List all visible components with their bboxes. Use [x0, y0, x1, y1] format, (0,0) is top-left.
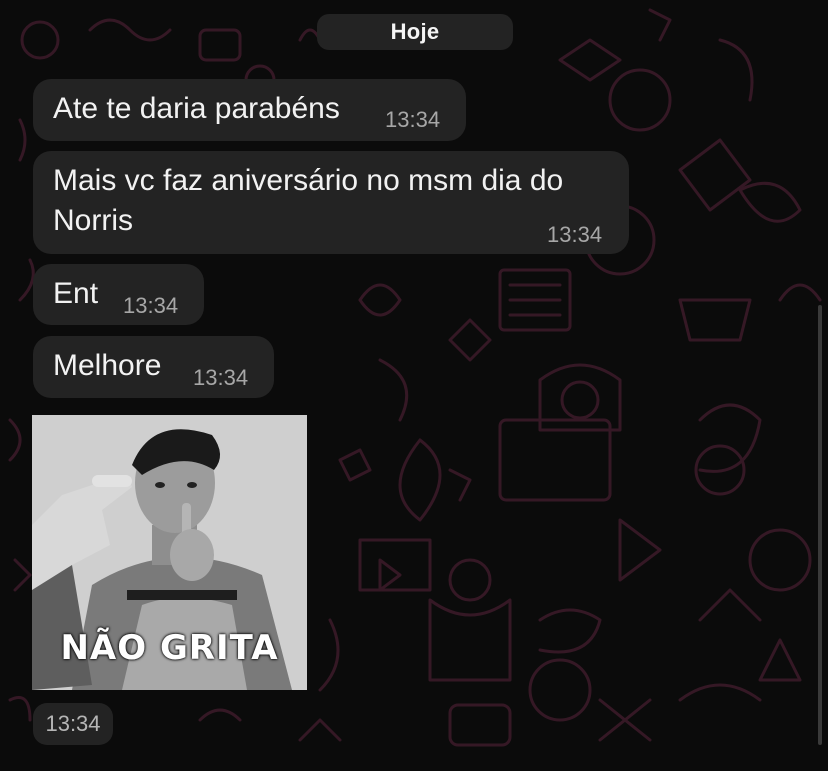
message-time: 13:34	[123, 293, 179, 318]
message-text: Ate te daria parabéns	[53, 92, 340, 125]
message-bubble[interactable]: Mais vc faz aniversário no msm dia do No…	[33, 151, 629, 254]
message-bubble[interactable]: Ate te daria parabéns 13:34	[33, 79, 466, 141]
message-text: Mais vc faz aniversário no msm dia do No…	[53, 164, 564, 237]
message-bubble[interactable]: Melhore 13:34	[33, 336, 274, 398]
date-label: Hoje	[390, 19, 440, 44]
scrollbar[interactable]	[818, 305, 822, 745]
sticker-caption: NÃO GRITA	[60, 628, 279, 668]
message-text: Melhore	[53, 349, 162, 382]
message-bubble[interactable]: Ent 13:34	[33, 264, 204, 325]
sticker-time: 13:34	[33, 703, 113, 745]
message-time: 13:34	[547, 222, 603, 247]
date-separator: Hoje	[317, 14, 513, 50]
message-time: 13:34	[385, 107, 441, 132]
message-time: 13:34	[193, 365, 249, 390]
sticker-image[interactable]: NÃO GRITA	[32, 415, 307, 690]
message-text: Ent	[53, 277, 99, 310]
sticker-time-label: 13:34	[45, 711, 101, 736]
